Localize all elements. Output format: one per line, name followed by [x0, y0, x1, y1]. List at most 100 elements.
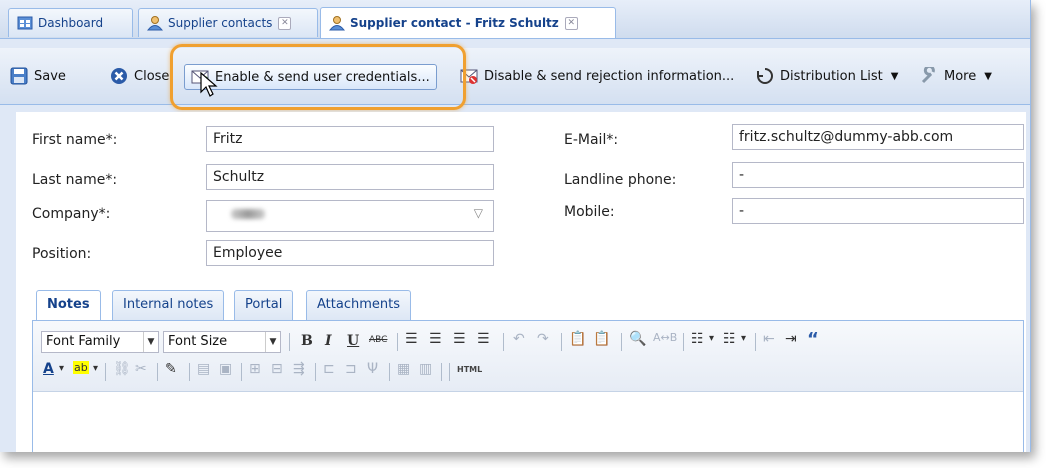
tab-notes[interactable]: Notes [36, 290, 101, 321]
divider [683, 333, 684, 351]
insert-table-icon[interactable]: ▦ [397, 361, 410, 377]
mobile-label: Mobile: [564, 204, 615, 220]
landline-label: Landline phone: [564, 172, 677, 188]
chevron-down-icon[interactable]: ▾ [93, 363, 98, 374]
divider [397, 333, 398, 351]
tab-dashboard[interactable]: Dashboard [8, 8, 133, 37]
delete-col-icon[interactable]: ⇶ [293, 361, 305, 377]
align-justify-icon[interactable]: ☰ [477, 331, 490, 347]
divider [621, 333, 622, 351]
redacted-company [231, 209, 265, 219]
align-right-icon[interactable]: ☰ [453, 331, 466, 347]
split-cells-icon[interactable]: ⊐ [345, 361, 357, 377]
app-window: Dashboard Supplier contacts ✕ Supplier c… [0, 0, 1031, 452]
email-field[interactable]: fritz.schultz@dummy-abb.com [732, 124, 1024, 150]
bullet-list-icon[interactable]: ☷ [691, 331, 704, 347]
divider [389, 363, 390, 381]
font-size-select[interactable]: Font Size ▼ [163, 331, 281, 353]
tab-label: Supplier contact - Fritz Schultz [350, 16, 559, 30]
email-label: E-Mail*: [564, 132, 619, 148]
insert-row-icon[interactable]: ⊞ [249, 361, 261, 377]
mobile-field[interactable]: - [732, 198, 1024, 224]
wrench-icon [921, 67, 935, 84]
close-icon[interactable]: ✕ [278, 16, 292, 30]
close-icon[interactable]: ✕ [564, 16, 578, 30]
edit-source-icon[interactable]: ✎ [165, 361, 177, 377]
tab-internal-notes[interactable]: Internal notes [112, 290, 225, 320]
text-color-icon[interactable]: A [43, 361, 54, 377]
bold-icon[interactable]: B [301, 333, 313, 349]
distribution-list-button[interactable]: Distribution List ▼ [756, 64, 898, 88]
merge-cells-icon[interactable]: ⊏ [323, 361, 335, 377]
contacts-icon [147, 16, 163, 31]
landline-field[interactable]: - [732, 162, 1024, 188]
first-name-field[interactable]: Fritz [206, 126, 494, 152]
tab-attachments[interactable]: Attachments [306, 290, 411, 320]
numbered-list-icon[interactable]: ☷ [723, 331, 736, 347]
divider [315, 363, 316, 381]
underline-icon[interactable]: U [347, 333, 359, 349]
dashboard-icon [17, 16, 33, 30]
contact-form: First name*: Fritz Last name*: Schultz C… [16, 112, 1026, 452]
tab-label: Dashboard [38, 16, 104, 30]
save-button[interactable]: Save [10, 64, 66, 88]
company-select[interactable]: ▽ [206, 200, 494, 232]
chevron-down-icon: ▼ [890, 70, 899, 82]
divider [105, 363, 106, 381]
unlink-icon[interactable]: ✂ [135, 361, 147, 377]
table-row-icon[interactable]: ▤ [197, 361, 210, 377]
insert-col-icon[interactable]: ⊟ [271, 361, 283, 377]
chevron-down-icon[interactable]: ▾ [741, 333, 746, 344]
indent-icon[interactable]: ⇥ [785, 331, 797, 347]
first-name-label: First name*: [32, 132, 118, 148]
italic-icon[interactable]: I [325, 333, 332, 349]
redo-icon[interactable]: ↷ [537, 331, 549, 347]
outdent-icon[interactable]: ⇤ [763, 331, 775, 347]
find-icon[interactable]: 🔍 [629, 331, 646, 347]
chevron-down-icon: ▼ [984, 70, 992, 82]
paste-word-icon[interactable]: 📋 [593, 331, 610, 347]
contact-icon [329, 16, 345, 31]
position-label: Position: [32, 246, 92, 262]
divider [157, 363, 158, 381]
undo-icon[interactable]: ↶ [513, 331, 525, 347]
chevron-down-icon: ▽ [473, 206, 483, 220]
more-button[interactable]: More ▼ [920, 64, 992, 88]
split-row-icon[interactable]: Ψ [367, 361, 378, 377]
divider [441, 363, 442, 381]
blockquote-icon[interactable]: “ [807, 329, 819, 350]
tab-portal[interactable]: Portal [234, 290, 294, 320]
position-field[interactable]: Employee [206, 240, 494, 266]
table-cell-icon[interactable]: ▣ [219, 361, 232, 377]
notes-editor[interactable]: Font Family ▼ Font Size ▼ B I U ABC ☰ ☰ ☰ … [32, 320, 1024, 452]
close-button[interactable]: Close [110, 64, 169, 88]
strikethrough-icon[interactable]: ABC [369, 335, 387, 345]
table-props-icon[interactable]: ▥ [419, 361, 432, 377]
divider [503, 333, 504, 351]
tab-supplier-contacts[interactable]: Supplier contacts ✕ [138, 8, 318, 37]
company-label: Company*: [32, 206, 111, 222]
divider [241, 363, 242, 381]
tab-strip: Dashboard Supplier contacts ✕ Supplier c… [0, 0, 1030, 39]
disable-send-rejection-button[interactable]: Disable & send rejection information... [460, 64, 734, 88]
highlight-color-icon[interactable]: ab [73, 361, 89, 374]
replace-icon[interactable]: A↔B [653, 331, 677, 344]
html-source-icon[interactable]: HTML [457, 365, 482, 374]
align-center-icon[interactable]: ☰ [429, 331, 442, 347]
save-icon [10, 67, 28, 85]
align-left-icon[interactable]: ☰ [405, 331, 418, 347]
chevron-down-icon: ▼ [265, 332, 280, 352]
last-name-field[interactable]: Schultz [206, 164, 494, 190]
font-family-select[interactable]: Font Family ▼ [41, 331, 159, 353]
divider [289, 333, 290, 351]
close-icon [111, 68, 127, 84]
divider [189, 363, 190, 381]
divider [561, 333, 562, 351]
refresh-icon [757, 68, 773, 84]
chevron-down-icon[interactable]: ▾ [59, 363, 64, 374]
tab-supplier-contact-fritz[interactable]: Supplier contact - Fritz Schultz ✕ [320, 7, 616, 38]
toolbar: Save Close Enable & send user credential… [0, 48, 1030, 105]
chevron-down-icon[interactable]: ▾ [709, 333, 714, 344]
paste-text-icon[interactable]: 📋 [569, 331, 586, 347]
link-icon[interactable]: ⛓ [113, 361, 131, 377]
